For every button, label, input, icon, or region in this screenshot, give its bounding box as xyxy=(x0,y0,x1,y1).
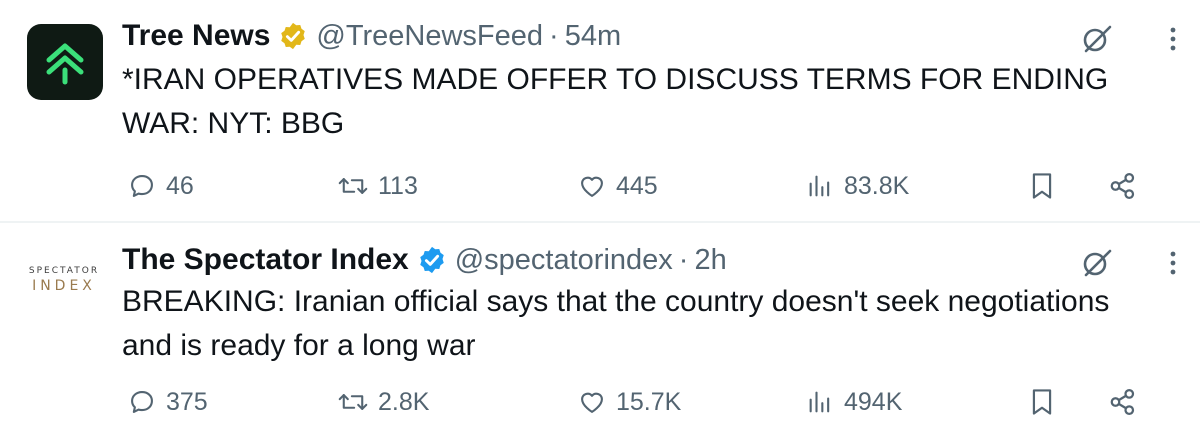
like-count: 445 xyxy=(616,171,658,200)
timestamp[interactable]: 2h xyxy=(694,244,726,277)
bookmark-button[interactable] xyxy=(1028,382,1066,422)
tweet-actions: 375 2.8K 15.7K 494K xyxy=(122,382,1152,422)
retweet-count: 113 xyxy=(378,171,418,200)
verified-blue-badge-icon[interactable] xyxy=(417,245,447,275)
grok-icon[interactable] xyxy=(1080,22,1114,56)
views-button[interactable]: 494K xyxy=(806,382,902,422)
share-button[interactable] xyxy=(1108,166,1148,206)
share-icon xyxy=(1110,389,1135,415)
tweet-header: The Spectator Index @spectatorindex · 2h xyxy=(122,240,727,280)
tweet-text: *IRAN OPERATIVES MADE OFFER TO DISCUSS T… xyxy=(122,63,1109,140)
tweet-header: Tree News @TreeNewsFeed · 54m xyxy=(122,16,621,56)
share-icon xyxy=(1110,173,1135,199)
tree-news-chevrons-icon xyxy=(46,43,84,85)
analytics-icon xyxy=(809,175,830,197)
author-name[interactable]: The Spectator Index xyxy=(122,243,409,277)
reply-icon xyxy=(131,391,153,413)
analytics-icon xyxy=(809,391,830,413)
retweet-count: 2.8K xyxy=(378,387,430,416)
retweet-button[interactable]: 113 xyxy=(338,166,418,206)
bookmark-button[interactable] xyxy=(1028,166,1066,206)
reply-button[interactable]: 46 xyxy=(128,166,194,206)
share-button[interactable] xyxy=(1108,382,1148,422)
reply-button[interactable]: 375 xyxy=(128,382,208,422)
verified-gold-badge-icon[interactable] xyxy=(278,21,308,51)
bookmark-icon xyxy=(1032,389,1052,415)
retweet-icon xyxy=(338,394,368,410)
grok-icon[interactable] xyxy=(1080,246,1114,280)
heart-icon xyxy=(581,392,603,413)
author-name[interactable]: Tree News xyxy=(122,19,270,53)
tweet-divider xyxy=(0,221,1200,223)
avatar-logo-line1: SPECTATOR xyxy=(28,266,100,276)
retweet-icon xyxy=(338,178,368,194)
tweet-actions: 46 113 445 83.8K xyxy=(122,166,1152,206)
avatar[interactable] xyxy=(27,24,103,100)
reply-count: 375 xyxy=(166,387,208,416)
more-options-icon[interactable] xyxy=(1168,246,1178,280)
author-handle[interactable]: @TreeNewsFeed xyxy=(316,20,543,53)
tweet[interactable]: SPECTATOR INDEX The Spectator Index @spe… xyxy=(0,224,1200,434)
reply-count: 46 xyxy=(166,171,194,200)
view-count: 83.8K xyxy=(844,171,910,200)
more-options-icon[interactable] xyxy=(1168,22,1178,56)
heart-icon xyxy=(581,176,603,197)
like-button[interactable]: 445 xyxy=(578,166,658,206)
like-count: 15.7K xyxy=(616,387,682,416)
author-handle[interactable]: @spectatorindex xyxy=(455,244,673,277)
separator-dot: · xyxy=(549,19,559,52)
view-count: 494K xyxy=(844,387,903,416)
avatar-logo-line2: INDEX xyxy=(32,278,96,294)
tweet-text: BREAKING: Iranian official says that the… xyxy=(122,285,1110,362)
timestamp[interactable]: 54m xyxy=(565,20,621,53)
tweet[interactable]: Tree News @TreeNewsFeed · 54m *IRAN OPER… xyxy=(0,0,1200,222)
bookmark-icon xyxy=(1032,173,1052,199)
like-button[interactable]: 15.7K xyxy=(578,382,681,422)
reply-icon xyxy=(131,175,153,197)
avatar[interactable]: SPECTATOR INDEX xyxy=(26,266,102,304)
retweet-button[interactable]: 2.8K xyxy=(338,382,429,422)
separator-dot: · xyxy=(678,243,689,276)
views-button[interactable]: 83.8K xyxy=(806,166,909,206)
